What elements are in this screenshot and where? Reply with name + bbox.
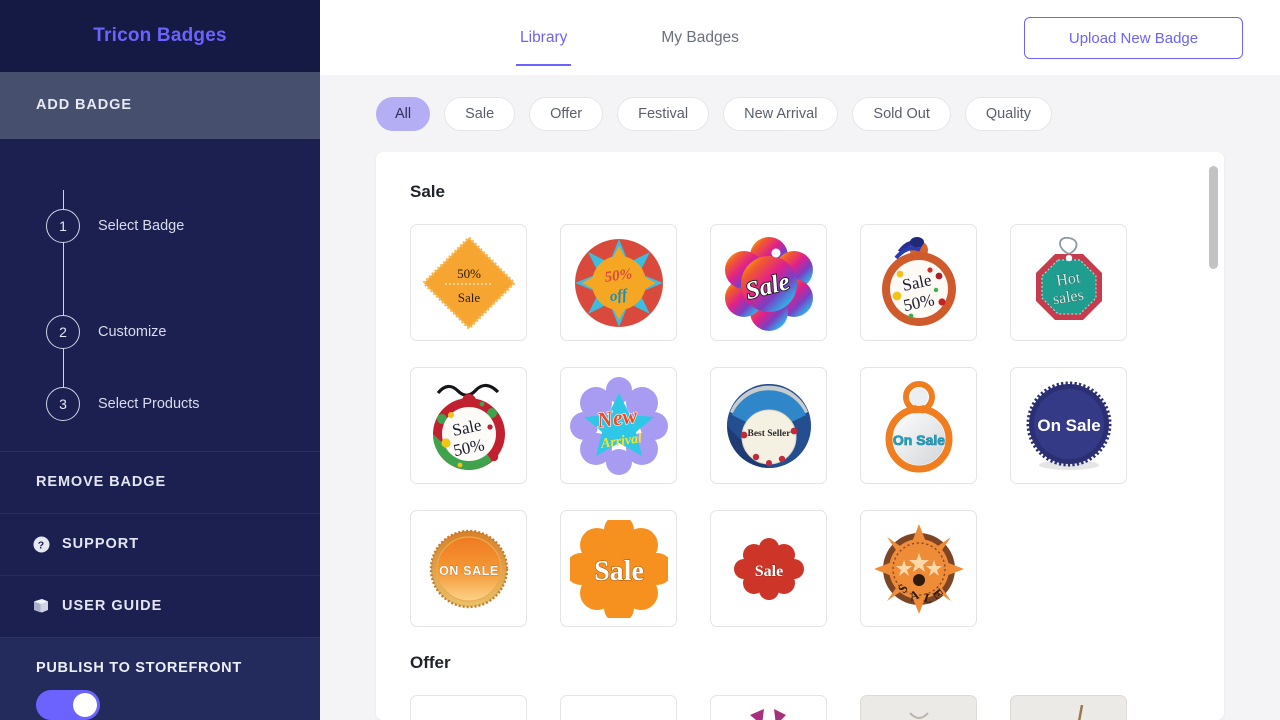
library-panel-wrapper: Sale 50% Sale 50% off Sale Sale 50% Hot … xyxy=(320,152,1280,720)
badge-starburst-50-off[interactable]: 50% off xyxy=(560,224,677,341)
svg-text:Sale: Sale xyxy=(457,290,480,305)
badge-offer-1[interactable] xyxy=(410,695,527,720)
svg-text:Best Seller: Best Seller xyxy=(747,429,791,439)
step-label: Select Products xyxy=(98,395,200,412)
step-label: Select Badge xyxy=(98,217,185,234)
sidebar-item-user-guide[interactable]: USER GUIDE xyxy=(0,574,320,638)
library-scrollbar-track[interactable] xyxy=(1209,160,1218,712)
upload-new-badge-button[interactable]: Upload New Badge xyxy=(1024,17,1243,59)
sidebar-item-support[interactable]: ? SUPPORT xyxy=(0,512,320,575)
library-panel-inner: Sale 50% Sale 50% off Sale Sale 50% Hot … xyxy=(376,152,1224,720)
publish-toggle[interactable] xyxy=(36,690,100,720)
badge-offer-4[interactable] xyxy=(860,695,977,720)
badge-sale-spoke-stars[interactable]: S A L E xyxy=(860,510,977,627)
toggle-knob xyxy=(73,693,97,718)
badge-hot-sales-tag[interactable]: Hot sales xyxy=(1010,224,1127,341)
chip-label: Quality xyxy=(985,105,1031,122)
svg-text:?: ? xyxy=(37,539,44,551)
tab-bar: Library My Badges xyxy=(516,0,743,75)
stepper-step-customize[interactable]: 2 Customize xyxy=(0,279,320,385)
badge-sale-red-flower[interactable]: Sale xyxy=(710,510,827,627)
badge-wreath-sale-50[interactable]: Sale 50% xyxy=(410,367,527,484)
book-icon xyxy=(32,597,50,615)
step-number-circle: 1 xyxy=(46,208,80,243)
support-label: SUPPORT xyxy=(62,536,140,553)
stepper-connector-2 xyxy=(62,295,64,402)
stepper-step-select-products[interactable]: 3 Select Products xyxy=(0,385,320,423)
tab-my-badges[interactable]: My Badges xyxy=(657,0,743,75)
publish-to-storefront-section: PUBLISH TO STOREFRONT xyxy=(0,637,320,720)
app-root: Tricon Badges ADD BADGE 1 Select Badge 2… xyxy=(0,0,1280,720)
badge-diamond-50-sale[interactable]: 50% Sale xyxy=(410,224,527,341)
sidebar-section-add-badge[interactable]: ADD BADGE xyxy=(0,71,320,139)
group-title-offer: Offer xyxy=(410,653,451,672)
chip-label: Offer xyxy=(550,105,583,122)
tab-library-label: Library xyxy=(520,28,568,46)
badge-on-sale-orange-tag[interactable]: On Sale xyxy=(860,367,977,484)
badge-on-sale-navy-seal[interactable]: On Sale xyxy=(1010,367,1127,484)
add-badge-label: ADD BADGE xyxy=(36,97,132,114)
chip-label: New Arrival xyxy=(744,105,818,122)
badge-on-sale-gold-coin[interactable]: ON SALE xyxy=(410,510,527,627)
tab-my-badges-label: My Badges xyxy=(661,28,739,46)
stepper-connector-1 xyxy=(62,189,64,296)
step-label: Customize xyxy=(98,323,167,340)
step-number-circle: 2 xyxy=(46,314,80,349)
badge-offer-2[interactable] xyxy=(560,695,677,720)
library-scrollbar-thumb[interactable] xyxy=(1209,166,1218,269)
chip-label: All xyxy=(395,105,412,122)
chip-label: Sold Out xyxy=(873,105,930,122)
sidebar: Tricon Badges ADD BADGE 1 Select Badge 2… xyxy=(0,0,320,720)
badge-grid-offer xyxy=(410,695,1224,720)
filter-chip-sale[interactable]: Sale xyxy=(444,96,516,131)
chip-label: Festival xyxy=(638,105,689,122)
tab-library[interactable]: Library xyxy=(516,0,572,75)
badge-stepper: 1 Select Badge 2 Customize 3 Select Prod… xyxy=(0,138,320,451)
brand-title: Tricon Badges xyxy=(93,24,227,46)
badge-offer-5[interactable] xyxy=(1010,695,1127,720)
badge-ornament-sale-50[interactable]: Sale 50% xyxy=(860,224,977,341)
svg-text:Sale: Sale xyxy=(754,563,782,580)
badge-sale-orange-flower[interactable]: Sale xyxy=(560,510,677,627)
filter-chip-sold-out[interactable]: Sold Out xyxy=(852,96,951,131)
chip-label: Sale xyxy=(465,105,495,122)
library-panel: Sale 50% Sale 50% off Sale Sale 50% Hot … xyxy=(376,152,1224,720)
badge-best-seller-circle[interactable]: Best Seller xyxy=(710,367,827,484)
filter-chip-bar: All Sale Offer Festival New Arrival Sold… xyxy=(320,75,1280,152)
svg-text:On Sale: On Sale xyxy=(1037,416,1100,435)
svg-text:50%: 50% xyxy=(457,266,481,281)
user-guide-label: USER GUIDE xyxy=(62,598,163,615)
filter-chip-quality[interactable]: Quality xyxy=(964,96,1052,131)
badge-grid-sale: 50% Sale 50% off Sale Sale 50% Hot sales… xyxy=(410,224,1224,627)
top-bar: Library My Badges Upload New Badge xyxy=(320,0,1280,75)
badge-new-arrival-star[interactable]: New Arrival xyxy=(560,367,677,484)
svg-text:Sale: Sale xyxy=(594,556,644,587)
brand-logo[interactable]: Tricon Badges xyxy=(0,0,320,72)
badge-offer-3[interactable] xyxy=(710,695,827,720)
stepper-step-select-badge[interactable]: 1 Select Badge xyxy=(0,173,320,279)
help-circle-icon: ? xyxy=(32,535,50,553)
filter-chip-offer[interactable]: Offer xyxy=(529,96,604,131)
svg-text:On Sale: On Sale xyxy=(892,432,944,448)
step-number-circle: 3 xyxy=(46,386,80,421)
filter-chip-all[interactable]: All xyxy=(376,96,431,131)
sidebar-item-remove-badge[interactable]: REMOVE BADGE xyxy=(0,450,320,513)
filter-chip-new-arrival[interactable]: New Arrival xyxy=(723,96,839,131)
publish-label: PUBLISH TO STOREFRONT xyxy=(36,660,242,677)
badge-rainbow-sale-tag[interactable]: Sale xyxy=(710,224,827,341)
svg-text:ON SALE: ON SALE xyxy=(439,564,499,578)
main-content: Library My Badges Upload New Badge All S… xyxy=(320,0,1280,720)
group-title-sale: Sale xyxy=(410,182,445,201)
filter-chip-festival[interactable]: Festival xyxy=(617,96,710,131)
remove-badge-label: REMOVE BADGE xyxy=(36,474,167,491)
